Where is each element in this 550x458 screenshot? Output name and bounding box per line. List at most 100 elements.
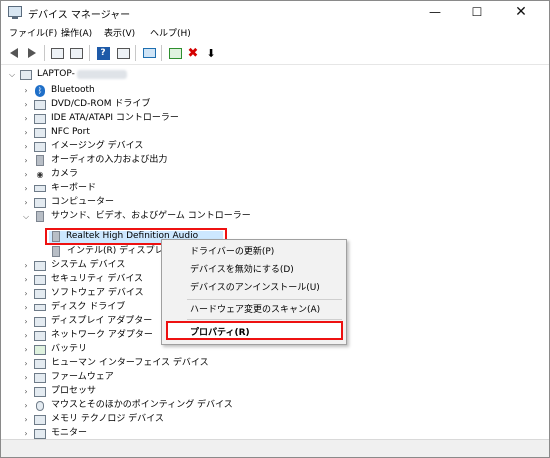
menu-properties[interactable]: プロパティ(R) [166, 321, 343, 340]
uninstall-icon[interactable]: ✖ [185, 45, 201, 61]
tree-item-system[interactable]: › システム デバイス [21, 258, 125, 273]
toolbar: ? ✖ ⬇ [1, 41, 549, 65]
enable-device-icon[interactable] [167, 45, 183, 61]
menu-file[interactable]: ファイル(F) [9, 26, 57, 39]
tree-item-label: ファームウェア [51, 372, 114, 382]
forward-arrow-icon[interactable] [24, 45, 40, 61]
chevron-right-icon[interactable]: › [21, 272, 31, 287]
monitor-icon [34, 428, 46, 440]
tree-item-dvd[interactable]: › DVD/CD-ROM ドライブ [21, 97, 150, 112]
tree-item-label: ディスク ドライブ [51, 302, 126, 312]
status-bar [1, 439, 549, 457]
tree-item-mouse[interactable]: › マウスとそのほかのポインティング デバイス [21, 398, 233, 413]
tree-item-keyboard[interactable]: › キーボード [21, 181, 96, 196]
tree-item-label: オーディオの入力および出力 [51, 155, 168, 165]
menu-action[interactable]: 操作(A) [61, 26, 92, 39]
tree-item-security[interactable]: › セキュリティ デバイス [21, 272, 143, 287]
close-button[interactable]: ✕ [503, 1, 539, 23]
tree-item-label: サウンド、ビデオ、およびゲーム コントローラー [51, 211, 251, 221]
chevron-right-icon[interactable]: › [21, 195, 31, 210]
update-icon[interactable] [68, 45, 84, 61]
bluetooth-icon: ᛒ [34, 84, 46, 97]
chevron-right-icon[interactable]: › [21, 426, 31, 439]
tree-item-software[interactable]: › ソフトウェア デバイス [21, 286, 144, 301]
tree-item-label: ディスプレイ アダプター [51, 316, 153, 326]
tree-item-memory[interactable]: › メモリ テクノロジ デバイス [21, 412, 164, 427]
menu-disable-device[interactable]: デバイスを無効にする(D) [190, 263, 294, 277]
tree-item-label: IDE ATA/ATAPI コントローラー [51, 113, 179, 123]
chevron-right-icon[interactable]: › [21, 328, 31, 343]
speaker-icon [50, 246, 62, 258]
tree-item-battery[interactable]: › バッテリ [21, 342, 87, 357]
help-icon[interactable]: ? [95, 45, 111, 61]
tree-root[interactable]: ⌵ LAPTOP- [7, 67, 127, 82]
tree-item-firmware[interactable]: › ファームウェア [21, 370, 114, 385]
software-icon [34, 288, 46, 300]
tree-item-monitor[interactable]: › モニター [21, 426, 87, 439]
network-icon [34, 330, 46, 342]
computer-icon [34, 197, 46, 209]
chevron-right-icon[interactable]: › [21, 300, 31, 315]
tree-item-bluetooth[interactable]: › ᛒ Bluetooth [21, 83, 95, 98]
chevron-right-icon[interactable]: › [21, 398, 31, 413]
minimize-button[interactable]: — [417, 1, 453, 23]
chevron-right-icon[interactable]: › [21, 258, 31, 273]
menu-help[interactable]: ヘルプ(H) [150, 26, 191, 39]
menu-uninstall-device[interactable]: デバイスのアンインストール(U) [190, 281, 320, 295]
tree-item-imaging[interactable]: › イメージング デバイス [21, 139, 143, 154]
chevron-right-icon[interactable]: › [21, 97, 31, 112]
tree-item-label: セキュリティ デバイス [51, 274, 144, 284]
nfc-icon [34, 127, 46, 139]
tree-item-processor[interactable]: › プロセッサ [21, 384, 96, 399]
chevron-right-icon[interactable]: › [21, 125, 31, 140]
chevron-right-icon[interactable]: › [21, 370, 31, 385]
tree-item-ide[interactable]: › IDE ATA/ATAPI コントローラー [21, 111, 179, 126]
tree-item-camera[interactable]: › ◉ カメラ [21, 167, 78, 182]
chevron-right-icon[interactable]: › [21, 83, 31, 98]
tree-item-sound[interactable]: ⌵ サウンド、ビデオ、およびゲーム コントローラー [21, 209, 251, 224]
keyboard-icon [34, 183, 46, 195]
chevron-right-icon[interactable]: › [21, 314, 31, 329]
sound-icon [34, 211, 46, 223]
tree-item-label: メモリ テクノロジ デバイス [51, 414, 164, 424]
download-icon[interactable]: ⬇ [203, 45, 219, 61]
chevron-right-icon[interactable]: › [21, 342, 31, 357]
dvd-drive-icon [34, 99, 46, 111]
hid-icon [34, 358, 46, 370]
chevron-down-icon[interactable]: ⌵ [7, 67, 17, 82]
maximize-button[interactable]: ☐ [459, 1, 495, 23]
tree-item-label: コンピューター [51, 197, 115, 207]
chevron-right-icon[interactable]: › [21, 167, 31, 182]
chevron-right-icon[interactable]: › [21, 139, 31, 154]
menu-scan-hardware[interactable]: ハードウェア変更のスキャン(A) [190, 303, 320, 317]
tree-item-network[interactable]: › ネットワーク アダプター [21, 328, 153, 343]
back-arrow-icon[interactable] [6, 45, 22, 61]
chevron-right-icon[interactable]: › [21, 286, 31, 301]
menu-view[interactable]: 表示(V) [104, 26, 135, 39]
tree-item-audio-io[interactable]: › オーディオの入力および出力 [21, 153, 167, 168]
chevron-right-icon[interactable]: › [21, 153, 31, 168]
chevron-right-icon[interactable]: › [21, 412, 31, 427]
tree-item-hid[interactable]: › ヒューマン インターフェイス デバイス [21, 356, 209, 371]
chevron-right-icon[interactable]: › [21, 384, 31, 399]
chevron-right-icon[interactable]: › [21, 356, 31, 371]
monitor-icon[interactable] [141, 45, 157, 61]
tree-item-disk[interactable]: › ディスク ドライブ [21, 300, 125, 315]
audio-io-icon [34, 155, 46, 167]
tree-item-nfc[interactable]: › NFC Port [21, 125, 90, 140]
properties-icon[interactable] [49, 45, 65, 61]
menu-update-driver[interactable]: ドライバーの更新(P) [190, 245, 274, 259]
display-icon [34, 316, 46, 328]
tree-item-label: ソフトウェア デバイス [51, 288, 144, 298]
menu-separator [187, 299, 342, 300]
chevron-right-icon[interactable]: › [21, 111, 31, 126]
tree-item-display[interactable]: › ディスプレイ アダプター [21, 314, 152, 329]
menu-bar: ファイル(F) 操作(A) 表示(V) ヘルプ(H) [1, 23, 549, 41]
speaker-icon [52, 231, 60, 242]
scan-icon[interactable] [115, 45, 131, 61]
tree-item-computer[interactable]: › コンピューター [21, 195, 114, 210]
chevron-right-icon[interactable]: › [21, 181, 31, 196]
toolbar-separator [44, 45, 45, 61]
chevron-down-icon[interactable]: ⌵ [21, 209, 31, 224]
menu-properties-label: プロパティ(R) [190, 328, 250, 338]
